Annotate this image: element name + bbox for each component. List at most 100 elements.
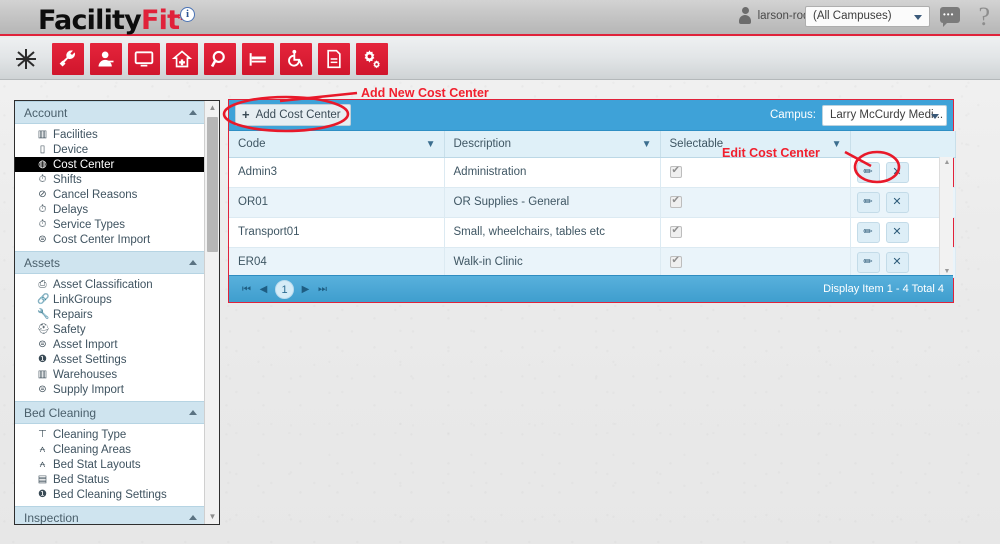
sidebar-item-cleaning-areas[interactable]: ⩜ Cleaning Areas [15,442,206,457]
user-admin-icon[interactable] [90,43,122,75]
delete-row-button[interactable]: ✕ [885,221,909,243]
delete-row-button[interactable]: ✕ [885,161,909,183]
table-row[interactable]: Transport01 Small, wheelchairs, tables et… [229,217,956,248]
bed-icon[interactable] [242,43,274,75]
scroll-up-arrow[interactable]: ▲ [205,101,220,115]
sidebar-item-label: Device [53,143,89,156]
column-header-actions[interactable] [850,131,956,158]
burst-glyph [16,49,36,69]
edit-row-button[interactable]: ✏ [856,251,880,273]
magnifier-glyph [210,50,225,68]
plus-icon: + [242,107,250,122]
app-logo[interactable]: FacilityFit✻® [38,3,196,41]
edit-row-button[interactable]: ✏ [856,221,880,243]
cell-code: Admin3 [229,157,445,188]
wrench-icon[interactable] [52,43,84,75]
delete-row-button[interactable]: ✕ [885,251,909,273]
prev-page-button[interactable]: ◀ [255,284,272,295]
sidebar-item-label: Cancel Reasons [53,188,138,201]
sidebar-item-label: Bed Status [53,473,110,486]
table-row[interactable]: OR01OR Supplies - General ✏✕ [229,187,956,218]
sidebar-item-cost-center-import[interactable]: ⊜ Cost Center Import [15,232,206,247]
document-icon[interactable] [318,43,350,75]
campus-filter-dropdown[interactable]: (All Campuses) [805,6,930,27]
sidebar-item-cancel-reasons[interactable]: ⊘ Cancel Reasons [15,187,206,202]
campus-dropdown-value: Larry McCurdy Medi... [830,108,944,121]
settings-gears-icon[interactable] [356,43,388,75]
sidebar-item-bed-cleaning-settings[interactable]: ❶ Bed Cleaning Settings [15,487,206,502]
delete-row-button[interactable]: ✕ [885,191,909,213]
first-page-button[interactable]: ⏮ [238,284,255,295]
next-page-button[interactable]: ▶ [297,284,314,295]
sidebar-scroll-thumb[interactable] [207,117,218,252]
filter-icon[interactable]: ▼ [832,139,842,150]
document-glyph [327,49,341,69]
sidebar-item-label: Supply Import [53,383,124,396]
question-mark-icon[interactable]: ? [978,1,990,33]
sidebar-item-asset-import[interactable]: ⊜ Asset Import [15,337,206,352]
sidebar-item-bed-status[interactable]: ▤ Bed Status [15,472,206,487]
sidebar-item-device[interactable]: ▯ Device [15,142,206,157]
table-row[interactable]: ER04Walk-in Clinic ✏✕ [229,247,956,278]
table-row[interactable]: Admin3Administration ✏✕ [229,157,956,188]
sidebar-item-repairs[interactable]: 🔧 Repairs [15,307,206,322]
sidebar-item-asset-settings[interactable]: ❶ Asset Settings [15,352,206,367]
sidebar-item-delays[interactable]: ⏱ Delays [15,202,206,217]
sidebar-item-linkgroups[interactable]: 🔗 LinkGroups [15,292,206,307]
wheelchair-icon[interactable] [280,43,312,75]
column-header-code[interactable]: Code ▼ [229,131,445,158]
sidebar-item-bed-stat-layouts[interactable]: ⩜ Bed Stat Layouts [15,457,206,472]
monitor-icon[interactable] [128,43,160,75]
last-page-button[interactable]: ⏭ [314,284,331,295]
sidebar-item-label: Facilities [53,128,98,141]
sidebar-content: Account ▥ Facilities ▯ Device ◍ Cost Center ⏱ Sh… [15,101,206,524]
sidebar-item-label: Bed Stat Layouts [53,458,141,471]
sidebar-item-asset-classification[interactable]: ⎙ Asset Classification [15,277,206,292]
sidebar-item-supply-import[interactable]: ⊜ Supply Import [15,382,206,397]
filter-icon[interactable]: ▼ [642,139,652,150]
search-icon[interactable] [204,43,236,75]
sidebar-item-cleaning-type[interactable]: ⊤ Cleaning Type [15,427,206,442]
hospital-home-icon[interactable] [166,43,198,75]
campus-filter-value: (All Campuses) [813,10,892,22]
sidebar-group-bed-cleaning[interactable]: Bed Cleaning [15,401,206,424]
sidebar-group-inspection[interactable]: Inspection [15,506,206,524]
device-icon: ▯ [39,144,46,155]
sidebar-item-service-types[interactable]: ⏱ Service Types [15,217,206,232]
sidebar-group-assets[interactable]: Assets [15,251,206,274]
chevron-up-icon [189,515,197,520]
clock-icon: ◍ [38,159,47,170]
campus-dropdown[interactable]: Larry McCurdy Medi... [822,104,947,126]
sidebar-item-label: Bed Cleaning Settings [53,488,167,501]
cell-selectable [660,157,851,188]
safety-icon: ⛑ [37,324,50,335]
scroll-down-arrow[interactable]: ▼ [205,510,220,524]
sidebar-group-account[interactable]: Account [15,101,206,124]
sidebar-item-safety[interactable]: ⛑ Safety [15,322,206,337]
sidebar-item-shifts[interactable]: ⏱ Shifts [15,172,206,187]
edit-row-button[interactable]: ✏ [856,191,880,213]
scroll-up-arrow[interactable]: ▲ [940,157,954,169]
column-header-description[interactable]: Description ▼ [444,131,661,158]
edit-row-button[interactable]: ✏ [856,161,880,183]
selectable-checkbox[interactable] [669,165,682,178]
cell-code: Transport01 [229,217,445,248]
grid-vertical-scrollbar[interactable]: ▲ ▼ [939,157,953,278]
sidebar-item-cost-center[interactable]: ◍ Cost Center [15,157,206,172]
sidebar-item-facilities[interactable]: ▥ Facilities [15,127,206,142]
burst-icon[interactable] [10,43,42,75]
add-cost-center-button[interactable]: + Add Cost Center [235,104,351,126]
selectable-checkbox[interactable] [669,225,682,238]
sidebar-item-warehouses[interactable]: ▥ Warehouses [15,367,206,382]
filter-icon[interactable]: ▼ [426,139,436,150]
sidebar-item-label: Warehouses [53,368,118,381]
chat-icon[interactable]: ••• [940,7,960,27]
sidebar-scrollbar[interactable]: ▲ ▼ [204,101,219,524]
sidebar-group-items: ⊤ Cleaning Type ⩜ Cleaning Areas ⩜ Bed Stat L… [15,424,206,506]
pagination-bar: ⏮ ◀ 1 ▶ ⏭ Display Item 1 - 4 Total 4 [229,275,953,302]
current-page-button[interactable]: 1 [275,279,294,299]
gears-glyph [364,50,380,69]
selectable-checkbox[interactable] [669,255,682,268]
info-icon[interactable]: i [180,7,195,22]
selectable-checkbox[interactable] [669,195,682,208]
